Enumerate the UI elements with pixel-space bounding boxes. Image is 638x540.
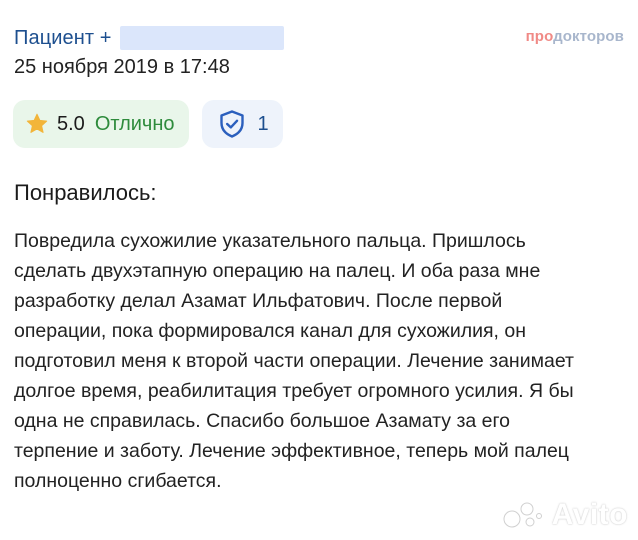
section-title-liked: Понравилось: <box>14 180 157 205</box>
verified-badge[interactable]: 1 <box>201 100 283 148</box>
logo-part-pro: про <box>525 28 554 45</box>
verified-count: 1 <box>257 112 269 135</box>
star-icon <box>26 113 48 133</box>
logo-part-doktorov: докторов <box>553 28 624 45</box>
watermark-text: Avito <box>551 498 628 531</box>
rating-badge: 5.0 Отлично <box>13 100 189 148</box>
prodoktorov-logo[interactable]: продокторов <box>526 28 624 45</box>
rating-value: 5.0 <box>57 112 85 135</box>
rating-label: Отлично <box>94 112 175 135</box>
review-date: 25 ноября 2019 в 17:48 <box>14 56 230 78</box>
avito-watermark: Avito <box>502 498 628 532</box>
patient-name-link[interactable]: Пациент + <box>14 27 112 50</box>
redacted-phone <box>119 26 284 50</box>
badges-row: 5.0 Отлично 1 <box>13 100 283 148</box>
review-text: Повредила сухожилие указательного пальца… <box>14 230 574 492</box>
avito-logo-icon <box>503 502 542 528</box>
review-header: Пациент + продокторов 25 ноября 2019 в 1… <box>14 24 624 84</box>
shield-check-icon <box>219 110 244 138</box>
